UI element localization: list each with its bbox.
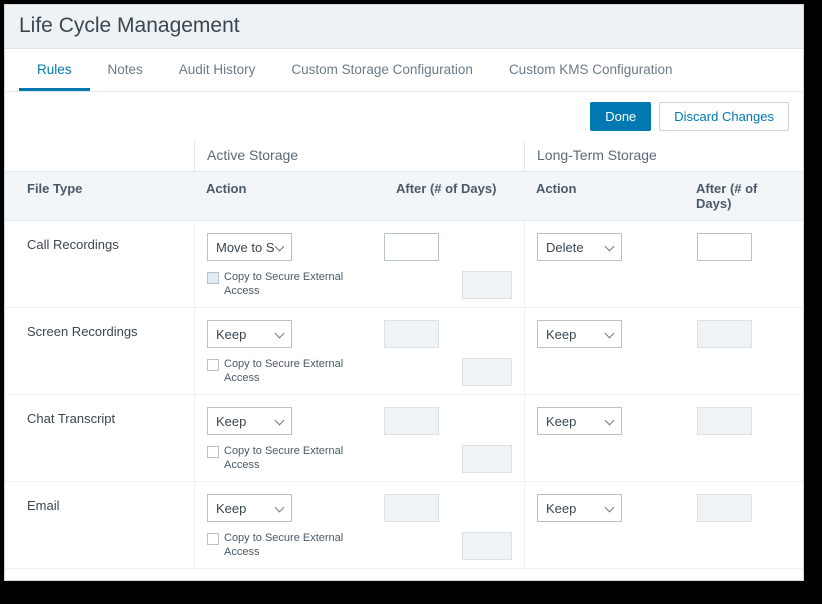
long-after-input bbox=[697, 407, 752, 435]
active-after-input bbox=[384, 407, 439, 435]
active-storage-cell: Move to S Copy to Secure External Access bbox=[194, 221, 524, 307]
rules-grid: Active Storage Long-Term Storage File Ty… bbox=[5, 141, 803, 580]
long-term-storage-header: Long-Term Storage bbox=[524, 141, 803, 171]
copy-after-input bbox=[462, 271, 512, 299]
active-action-select[interactable]: Keep bbox=[207, 494, 292, 522]
long-term-storage-cell: Keep bbox=[524, 308, 803, 394]
long-action-select[interactable]: Delete bbox=[537, 233, 622, 261]
discard-changes-button[interactable]: Discard Changes bbox=[659, 102, 789, 131]
chevron-down-icon bbox=[275, 242, 285, 252]
active-storage-cell: Keep Copy to Secure External Access bbox=[194, 482, 524, 568]
copy-after-input bbox=[462, 532, 512, 560]
select-value: Keep bbox=[546, 501, 605, 516]
file-type-cell: Chat Transcript bbox=[5, 395, 194, 481]
copy-to-secure-label: Copy to Secure External Access bbox=[224, 271, 370, 299]
col-header-after-long: After (# of Days) bbox=[684, 172, 803, 220]
select-value: Delete bbox=[546, 240, 605, 255]
long-action-select[interactable]: Keep bbox=[537, 407, 622, 435]
chevron-down-icon bbox=[275, 503, 285, 513]
copy-to-secure-checkbox[interactable] bbox=[207, 359, 219, 371]
long-term-storage-cell: Keep bbox=[524, 395, 803, 481]
app-window: Life Cycle Management RulesNotesAudit Hi… bbox=[4, 4, 804, 581]
active-action-select[interactable]: Keep bbox=[207, 320, 292, 348]
copy-to-secure-label: Copy to Secure External Access bbox=[224, 532, 370, 560]
file-type-cell: Email bbox=[5, 482, 194, 568]
chevron-down-icon bbox=[605, 329, 615, 339]
chevron-down-icon bbox=[605, 416, 615, 426]
active-after-input[interactable] bbox=[384, 233, 439, 261]
select-value: Keep bbox=[546, 414, 605, 429]
col-header-after-active: After (# of Days) bbox=[384, 172, 524, 220]
active-action-select[interactable]: Keep bbox=[207, 407, 292, 435]
select-value: Keep bbox=[216, 501, 275, 516]
copy-to-secure-checkbox[interactable] bbox=[207, 272, 219, 284]
copy-to-secure-checkbox-block: Copy to Secure External Access bbox=[207, 358, 370, 386]
action-bar: Done Discard Changes bbox=[5, 92, 803, 141]
select-value: Move to S bbox=[216, 240, 275, 255]
tab-custom-storage-configuration[interactable]: Custom Storage Configuration bbox=[273, 49, 491, 91]
copy-to-secure-checkbox-block: Copy to Secure External Access bbox=[207, 271, 370, 299]
table-row: Chat Transcript Keep Copy to Secure Extern… bbox=[5, 395, 803, 482]
copy-to-secure-checkbox[interactable] bbox=[207, 533, 219, 545]
long-action-select[interactable]: Keep bbox=[537, 320, 622, 348]
copy-after-input bbox=[462, 358, 512, 386]
select-value: Keep bbox=[216, 414, 275, 429]
long-term-storage-cell: Delete bbox=[524, 221, 803, 307]
col-header-action-active: Action bbox=[194, 172, 384, 220]
chevron-down-icon bbox=[605, 242, 615, 252]
rows-container: Call Recordings Move to S Copy to Secure E… bbox=[5, 221, 803, 569]
copy-to-secure-label: Copy to Secure External Access bbox=[224, 445, 370, 473]
tab-rules[interactable]: Rules bbox=[19, 49, 90, 91]
active-after-input bbox=[384, 320, 439, 348]
long-term-storage-cell: Keep bbox=[524, 482, 803, 568]
table-row: EmailKeepCopy to Secure External AccessK… bbox=[5, 482, 803, 569]
select-value: Keep bbox=[216, 327, 275, 342]
tab-custom-kms-configuration[interactable]: Custom KMS Configuration bbox=[491, 49, 691, 91]
col-header-file-type: File Type bbox=[5, 172, 194, 220]
chevron-down-icon bbox=[275, 416, 285, 426]
active-storage-header: Active Storage bbox=[194, 141, 524, 171]
active-action-select[interactable]: Move to S bbox=[207, 233, 292, 261]
tab-audit-history[interactable]: Audit History bbox=[161, 49, 274, 91]
header-bar: Life Cycle Management bbox=[5, 5, 803, 49]
storage-header-row: Active Storage Long-Term Storage bbox=[5, 141, 803, 172]
tab-notes[interactable]: Notes bbox=[90, 49, 161, 91]
copy-to-secure-checkbox-block: Copy to Secure External Access bbox=[207, 532, 370, 560]
long-after-input bbox=[697, 494, 752, 522]
chevron-down-icon bbox=[275, 329, 285, 339]
copy-to-secure-checkbox-block: Copy to Secure External Access bbox=[207, 445, 370, 473]
table-row: Screen Recordings Keep Copy to Secure Exte… bbox=[5, 308, 803, 395]
page-title: Life Cycle Management bbox=[19, 14, 789, 38]
done-button[interactable]: Done bbox=[590, 102, 651, 131]
select-value: Keep bbox=[546, 327, 605, 342]
long-after-input[interactable] bbox=[697, 233, 752, 261]
copy-after-input bbox=[462, 445, 512, 473]
copy-to-secure-checkbox[interactable] bbox=[207, 446, 219, 458]
long-action-select[interactable]: Keep bbox=[537, 494, 622, 522]
column-header-row: File Type Action After (# of Days) Actio… bbox=[5, 172, 803, 221]
active-storage-cell: Keep Copy to Secure External Access bbox=[194, 395, 524, 481]
long-after-input bbox=[697, 320, 752, 348]
tab-bar: RulesNotesAudit HistoryCustom Storage Co… bbox=[5, 49, 803, 92]
col-header-action-long: Action bbox=[524, 172, 684, 220]
active-storage-cell: Keep Copy to Secure External Access bbox=[194, 308, 524, 394]
file-type-cell: Screen Recordings bbox=[5, 308, 194, 394]
chevron-down-icon bbox=[605, 503, 615, 513]
copy-to-secure-label: Copy to Secure External Access bbox=[224, 358, 370, 386]
table-row: Call Recordings Move to S Copy to Secure E… bbox=[5, 221, 803, 308]
active-after-input bbox=[384, 494, 439, 522]
file-type-cell: Call Recordings bbox=[5, 221, 194, 307]
